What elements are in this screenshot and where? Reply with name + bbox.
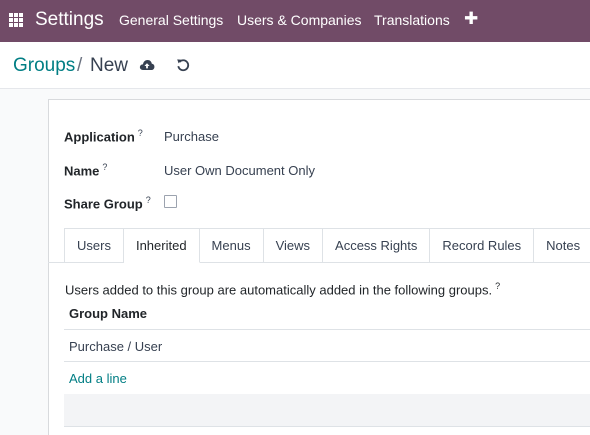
tab-access-rights[interactable]: Access Rights [323, 228, 431, 263]
row-divider [64, 361, 590, 362]
share-group-checkbox[interactable] [164, 195, 177, 208]
table-row[interactable]: Purchase / User [69, 339, 162, 354]
menu-translations[interactable]: Translations [374, 12, 450, 28]
add-line-link[interactable]: Add a line [69, 371, 127, 386]
tab-record-rules[interactable]: Record Rules [430, 228, 535, 263]
inherited-info-text: Users added to this group are automatica… [65, 281, 501, 298]
application-field[interactable]: Purchase [164, 129, 219, 144]
apps-grid-icon[interactable] [9, 13, 23, 27]
row-divider [64, 426, 590, 427]
row-divider [64, 329, 590, 330]
tab-users[interactable]: Users [64, 228, 124, 263]
control-panel: Groups / New [0, 42, 590, 89]
help-icon[interactable]: ? [138, 128, 143, 138]
application-label: Application? [64, 128, 143, 145]
breadcrumb-separator: / [77, 55, 83, 76]
empty-table-row [64, 394, 590, 426]
help-icon[interactable]: ? [146, 195, 151, 205]
notebook-tabs: Users Inherited Menus Views Access Right… [64, 228, 590, 263]
discard-icon[interactable] [176, 58, 190, 72]
tab-notes[interactable]: Notes [534, 228, 590, 263]
breadcrumb-groups[interactable]: Groups [13, 55, 75, 77]
plus-icon[interactable]: ✚ [464, 9, 478, 29]
name-label: Name? [64, 162, 108, 179]
breadcrumb-current: New [90, 55, 129, 76]
tab-views[interactable]: Views [263, 228, 324, 263]
app-title[interactable]: Settings [35, 9, 104, 31]
cloud-upload-icon[interactable] [139, 58, 155, 72]
share-group-label: Share Group? [64, 195, 151, 212]
top-navbar: Settings General Settings Users & Compan… [0, 0, 590, 42]
help-icon[interactable]: ? [102, 162, 107, 172]
form-sheet [48, 99, 590, 435]
name-field[interactable]: User Own Document Only [164, 163, 315, 178]
help-icon[interactable]: ? [495, 281, 500, 291]
column-header-group-name[interactable]: Group Name [69, 306, 147, 321]
tab-menus[interactable]: Menus [199, 228, 264, 263]
menu-general-settings[interactable]: General Settings [119, 12, 223, 28]
menu-users-companies[interactable]: Users & Companies [237, 12, 362, 28]
tab-inherited[interactable]: Inherited [123, 228, 200, 263]
